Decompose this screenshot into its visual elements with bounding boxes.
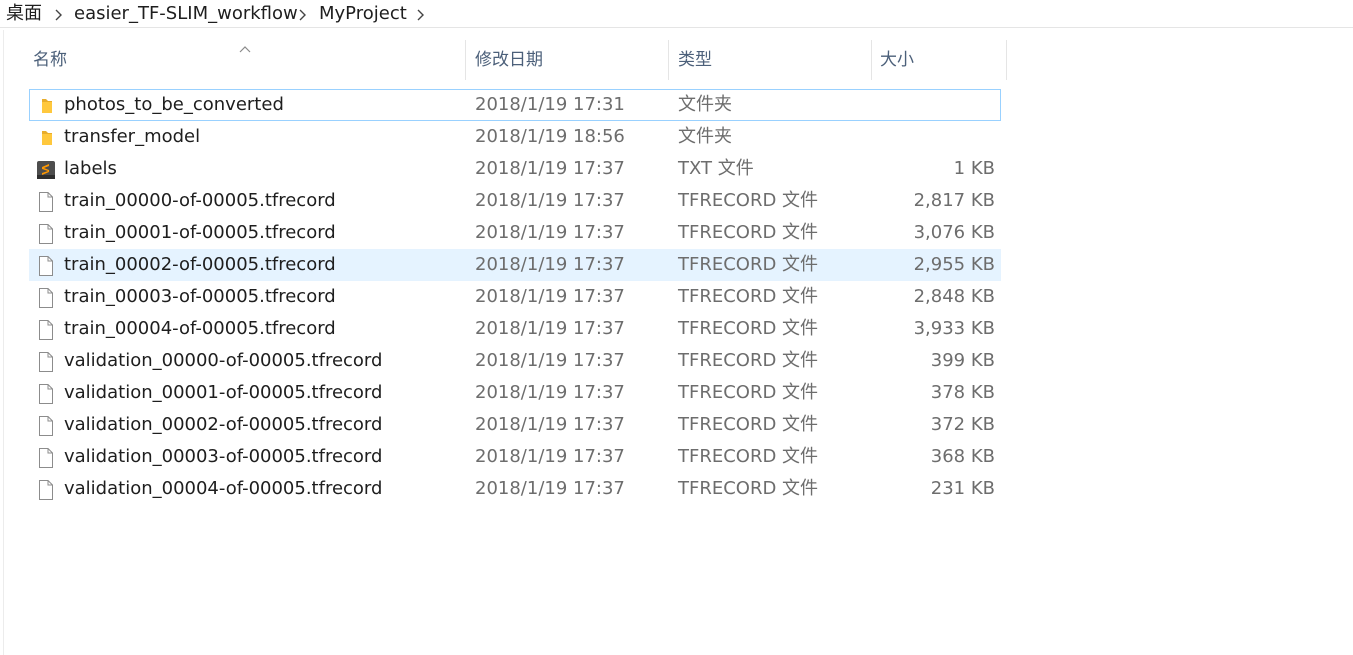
file-list: photos_to_be_converted 2018/1/19 17:31 文件夹… — [29, 89, 1001, 505]
file-name[interactable]: validation_00002-of-00005.tfrecord — [64, 410, 382, 440]
file-date-modified: 2018/1/19 17:37 — [475, 158, 625, 179]
file-size: 2,848 KB — [913, 286, 995, 307]
file-row[interactable]: photos_to_be_converted 2018/1/19 17:31 文件夹 — [29, 89, 1001, 121]
column-header-type[interactable]: 类型 — [678, 40, 868, 80]
file-name[interactable]: labels — [64, 154, 117, 184]
file-size: 231 KB — [930, 478, 995, 499]
file-type: TFRECORD 文件 — [678, 254, 819, 275]
navigation-pane-edge — [3, 30, 4, 655]
chevron-right-icon[interactable] — [298, 9, 307, 21]
file-name[interactable]: train_00000-of-00005.tfrecord — [64, 186, 336, 216]
blank-file-icon — [36, 256, 56, 276]
file-date-modified: 2018/1/19 17:37 — [475, 190, 625, 211]
file-date-modified: 2018/1/19 17:37 — [475, 318, 625, 339]
file-name[interactable]: photos_to_be_converted — [64, 90, 284, 120]
column-header-date[interactable]: 修改日期 — [475, 40, 665, 80]
file-date-modified: 2018/1/19 17:31 — [475, 94, 625, 115]
file-type: TFRECORD 文件 — [678, 286, 819, 307]
file-name[interactable]: validation_00000-of-00005.tfrecord — [64, 346, 382, 376]
file-name[interactable]: validation_00004-of-00005.tfrecord — [64, 474, 382, 504]
file-date-modified: 2018/1/19 17:37 — [475, 222, 625, 243]
file-size: 399 KB — [930, 350, 995, 371]
file-name[interactable]: train_00002-of-00005.tfrecord — [64, 250, 336, 280]
column-divider[interactable] — [668, 40, 669, 80]
file-date-modified: 2018/1/19 17:37 — [475, 446, 625, 467]
breadcrumb-item-desktop[interactable]: 桌面 — [6, 2, 42, 26]
file-type: 文件夹 — [678, 94, 732, 115]
file-size: 1 KB — [953, 158, 995, 179]
column-header-size[interactable]: 大小 — [880, 40, 1004, 80]
file-type: TFRECORD 文件 — [678, 414, 819, 435]
file-date-modified: 2018/1/19 17:37 — [475, 478, 625, 499]
file-type: TFRECORD 文件 — [678, 318, 819, 339]
file-name[interactable]: validation_00001-of-00005.tfrecord — [64, 378, 382, 408]
file-type: TFRECORD 文件 — [678, 350, 819, 371]
file-date-modified: 2018/1/19 18:56 — [475, 126, 625, 147]
file-type: TFRECORD 文件 — [678, 222, 819, 243]
breadcrumb: 桌面 easier_TF-SLIM_workflow MyProject — [0, 0, 1353, 28]
file-type: TXT 文件 — [678, 158, 754, 179]
file-size: 3,076 KB — [913, 222, 995, 243]
chevron-right-icon[interactable] — [416, 9, 425, 21]
column-divider[interactable] — [1006, 40, 1007, 80]
file-date-modified: 2018/1/19 17:37 — [475, 414, 625, 435]
breadcrumb-item-myproject[interactable]: MyProject — [319, 2, 407, 26]
file-date-modified: 2018/1/19 17:37 — [475, 254, 625, 275]
file-size: 3,933 KB — [913, 318, 995, 339]
file-name[interactable]: train_00003-of-00005.tfrecord — [64, 282, 336, 312]
file-type: TFRECORD 文件 — [678, 382, 819, 403]
blank-file-icon — [36, 352, 56, 372]
file-type: TFRECORD 文件 — [678, 446, 819, 467]
blank-file-icon — [36, 448, 56, 468]
file-row[interactable]: train_00002-of-00005.tfrecord 2018/1/19 1… — [29, 249, 1001, 281]
file-row[interactable]: labels 2018/1/19 17:37 TXT 文件 1 KB — [29, 153, 1001, 185]
file-name[interactable]: transfer_model — [64, 122, 200, 152]
file-date-modified: 2018/1/19 17:37 — [475, 382, 625, 403]
blank-file-icon — [36, 224, 56, 244]
file-size: 2,817 KB — [913, 190, 995, 211]
file-type: TFRECORD 文件 — [678, 190, 819, 211]
file-type: 文件夹 — [678, 126, 732, 147]
file-name[interactable]: train_00001-of-00005.tfrecord — [64, 218, 336, 248]
blank-file-icon — [36, 384, 56, 404]
chevron-right-icon[interactable] — [54, 9, 63, 21]
column-header-name[interactable]: 名称 — [33, 40, 463, 80]
file-row[interactable]: train_00000-of-00005.tfrecord 2018/1/19 1… — [29, 185, 1001, 217]
file-row[interactable]: validation_00004-of-00005.tfrecord 2018/1… — [29, 473, 1001, 505]
file-row[interactable]: validation_00000-of-00005.tfrecord 2018/1… — [29, 345, 1001, 377]
blank-file-icon — [36, 480, 56, 500]
sublime-text-file-icon — [36, 160, 56, 180]
file-name[interactable]: train_00004-of-00005.tfrecord — [64, 314, 336, 344]
file-date-modified: 2018/1/19 17:37 — [475, 286, 625, 307]
folder-icon — [36, 128, 56, 148]
file-row[interactable]: train_00001-of-00005.tfrecord 2018/1/19 1… — [29, 217, 1001, 249]
file-type: TFRECORD 文件 — [678, 478, 819, 499]
file-row[interactable]: transfer_model 2018/1/19 18:56 文件夹 — [29, 121, 1001, 153]
file-row[interactable]: train_00004-of-00005.tfrecord 2018/1/19 1… — [29, 313, 1001, 345]
file-size: 378 KB — [930, 382, 995, 403]
blank-file-icon — [36, 320, 56, 340]
column-divider[interactable] — [465, 40, 466, 80]
folder-icon — [36, 96, 56, 116]
breadcrumb-item-workflow[interactable]: easier_TF-SLIM_workflow — [74, 2, 298, 26]
file-size: 2,955 KB — [913, 254, 995, 275]
blank-file-icon — [36, 288, 56, 308]
blank-file-icon — [36, 192, 56, 212]
file-size: 372 KB — [930, 414, 995, 435]
file-row[interactable]: validation_00003-of-00005.tfrecord 2018/1… — [29, 441, 1001, 473]
file-date-modified: 2018/1/19 17:37 — [475, 350, 625, 371]
file-row[interactable]: validation_00002-of-00005.tfrecord 2018/1… — [29, 409, 1001, 441]
column-divider[interactable] — [871, 40, 872, 80]
blank-file-icon — [36, 416, 56, 436]
file-row[interactable]: validation_00001-of-00005.tfrecord 2018/1… — [29, 377, 1001, 409]
file-row[interactable]: train_00003-of-00005.tfrecord 2018/1/19 1… — [29, 281, 1001, 313]
file-name[interactable]: validation_00003-of-00005.tfrecord — [64, 442, 382, 472]
file-size: 368 KB — [930, 446, 995, 467]
